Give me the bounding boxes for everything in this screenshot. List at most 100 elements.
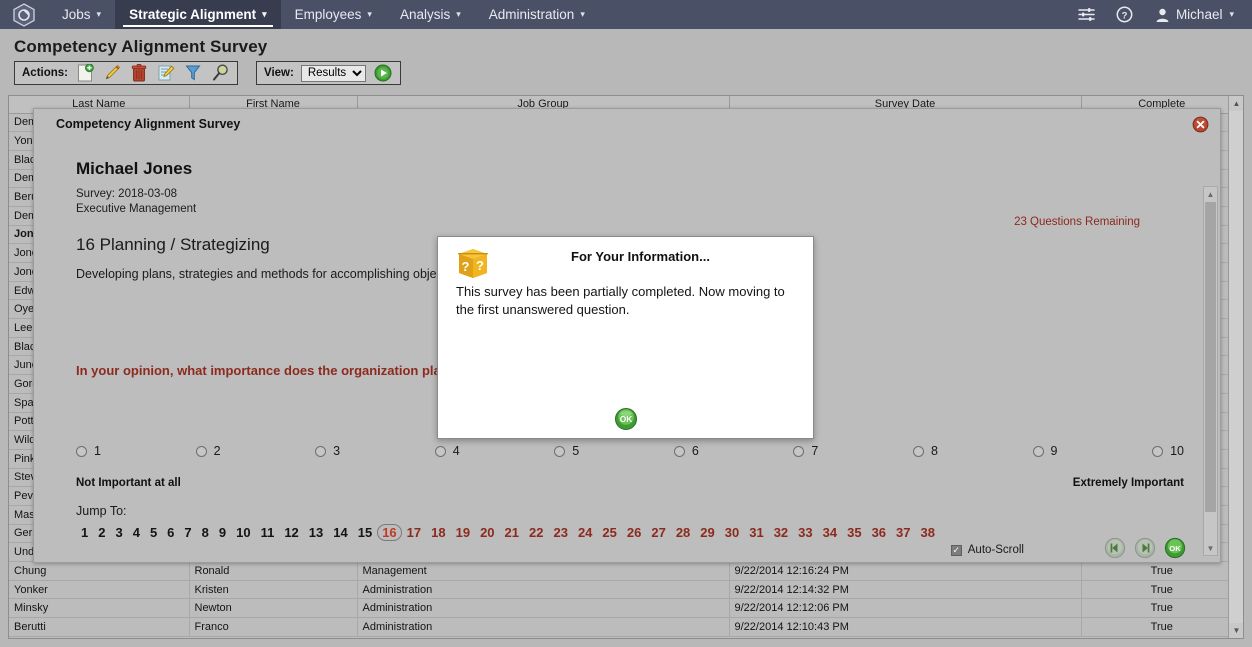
- respondent-name: Michael Jones: [76, 159, 193, 178]
- jump-to-number-34[interactable]: 34: [818, 524, 842, 541]
- auto-scroll-label: Auto-Scroll: [967, 544, 1024, 556]
- jump-to-number-22[interactable]: 22: [524, 524, 548, 541]
- radio-3[interactable]: [315, 445, 327, 457]
- scroll-down-arrow-icon[interactable]: ▼: [1229, 623, 1243, 638]
- jump-to-number-3[interactable]: 3: [110, 524, 127, 541]
- jump-to-number-24[interactable]: 24: [573, 524, 597, 541]
- jump-to-number-19[interactable]: 19: [451, 524, 475, 541]
- jump-to-number-6[interactable]: 6: [162, 524, 179, 541]
- jump-to-number-32[interactable]: 32: [769, 524, 793, 541]
- scale-option-6[interactable]: 6: [673, 444, 699, 458]
- settings-sliders-button[interactable]: [1070, 0, 1104, 29]
- jump-to-number-25[interactable]: 25: [597, 524, 621, 541]
- jump-to-number-30[interactable]: 30: [720, 524, 744, 541]
- jump-to-number-14[interactable]: 14: [328, 524, 352, 541]
- previous-question-button[interactable]: [1104, 537, 1126, 559]
- jump-to-number-10[interactable]: 10: [231, 524, 255, 541]
- search-magnifier-icon: [212, 64, 228, 81]
- play-run-icon: [374, 64, 392, 82]
- radio-1[interactable]: [76, 445, 87, 457]
- jump-to-number-26[interactable]: 26: [622, 524, 646, 541]
- nav-item-analysis[interactable]: Analysis ▾: [386, 0, 475, 29]
- app-logo[interactable]: [0, 0, 48, 29]
- radio-9[interactable]: [1032, 445, 1044, 457]
- jump-to-number-29[interactable]: 29: [695, 524, 719, 541]
- submit-ok-button[interactable]: OK: [1164, 537, 1186, 559]
- table-row[interactable]: Minsky Newton Administration 9/22/2014 12:1…: [9, 598, 1243, 619]
- modal-vertical-scrollbar[interactable]: ▲ ▼: [1203, 186, 1218, 556]
- table-row[interactable]: Berutti Franco Administration 9/22/2014 12:…: [9, 617, 1243, 637]
- jump-to-number-7[interactable]: 7: [179, 524, 196, 541]
- nav-item-strategic-alignment[interactable]: Strategic Alignment ▾: [115, 0, 281, 29]
- next-question-button[interactable]: [1134, 537, 1156, 559]
- jump-to-number-20[interactable]: 20: [475, 524, 499, 541]
- user-menu-button[interactable]: Michael ▾: [1146, 7, 1240, 22]
- auto-scroll-checkbox[interactable]: ✓: [950, 544, 962, 556]
- jump-to-number-23[interactable]: 23: [548, 524, 572, 541]
- modal-scroll-down-icon[interactable]: ▼: [1204, 541, 1217, 555]
- scale-option-label: 6: [691, 444, 699, 458]
- jump-to-number-16[interactable]: 16: [377, 524, 402, 541]
- nav-item-jobs[interactable]: Jobs ▾: [48, 0, 115, 29]
- jump-to-number-12[interactable]: 12: [279, 524, 303, 541]
- scale-option-8[interactable]: 8: [912, 444, 938, 458]
- jump-to-number-21[interactable]: 21: [500, 524, 524, 541]
- modal-scroll-up-icon[interactable]: ▲: [1204, 187, 1217, 201]
- dialog-ok-button[interactable]: OK: [614, 407, 638, 434]
- jump-to-number-37[interactable]: 37: [891, 524, 915, 541]
- scale-option-4[interactable]: 4: [434, 444, 460, 458]
- scale-option-3[interactable]: 3: [315, 444, 340, 458]
- view-select[interactable]: Results: [300, 64, 366, 82]
- radio-8[interactable]: [912, 445, 924, 457]
- nav-item-administration[interactable]: Administration ▾: [475, 0, 599, 29]
- radio-7[interactable]: [793, 445, 805, 457]
- sliders-icon: [1078, 8, 1096, 21]
- radio-5[interactable]: [554, 445, 566, 457]
- filter-funnel-button[interactable]: [183, 63, 203, 83]
- jump-to-number-35[interactable]: 35: [842, 524, 866, 541]
- help-button[interactable]: ?: [1108, 0, 1142, 29]
- jump-to-number-27[interactable]: 27: [646, 524, 670, 541]
- scroll-up-arrow-icon[interactable]: ▲: [1229, 96, 1243, 111]
- grid-vertical-scrollbar[interactable]: ▲ ▼: [1228, 96, 1243, 638]
- edit-pencil-button[interactable]: [102, 63, 122, 83]
- jump-to-number-2[interactable]: 2: [93, 524, 110, 541]
- delete-trash-button[interactable]: [129, 63, 149, 83]
- scale-option-label: 4: [452, 444, 460, 458]
- scale-option-1[interactable]: 1: [76, 444, 101, 458]
- edit-notes-button[interactable]: [156, 63, 176, 83]
- scale-option-5[interactable]: 5: [554, 444, 579, 458]
- jump-to-number-31[interactable]: 31: [744, 524, 768, 541]
- radio-2[interactable]: [195, 445, 207, 457]
- jump-to-number-1[interactable]: 1: [76, 524, 93, 541]
- scale-option-7[interactable]: 7: [793, 444, 818, 458]
- search-magnifier-button[interactable]: [210, 63, 230, 83]
- jump-to-number-36[interactable]: 36: [867, 524, 891, 541]
- nav-item-label: Analysis: [399, 7, 451, 22]
- jump-to-number-8[interactable]: 8: [197, 524, 214, 541]
- auto-scroll-control[interactable]: ✓ Auto-Scroll: [950, 544, 1024, 556]
- new-document-button[interactable]: [75, 63, 95, 83]
- jump-to-number-4[interactable]: 4: [128, 524, 145, 541]
- nav-item-employees[interactable]: Employees ▾: [281, 0, 386, 29]
- run-view-button[interactable]: [373, 63, 393, 83]
- jump-to-number-13[interactable]: 13: [304, 524, 328, 541]
- jump-to-number-11[interactable]: 11: [256, 524, 280, 541]
- jump-to-number-28[interactable]: 28: [671, 524, 695, 541]
- modal-close-button[interactable]: [1192, 116, 1209, 133]
- radio-10[interactable]: [1152, 445, 1164, 457]
- modal-navigation-buttons: OK: [1104, 537, 1186, 559]
- radio-6[interactable]: [673, 445, 685, 457]
- modal-scroll-thumb[interactable]: [1205, 202, 1216, 512]
- jump-to-number-17[interactable]: 17: [402, 524, 426, 541]
- jump-to-number-18[interactable]: 18: [426, 524, 450, 541]
- jump-to-number-9[interactable]: 9: [214, 524, 231, 541]
- jump-to-number-33[interactable]: 33: [793, 524, 817, 541]
- scale-option-2[interactable]: 2: [195, 444, 221, 458]
- jump-to-number-38[interactable]: 38: [916, 524, 940, 541]
- scale-option-9[interactable]: 9: [1032, 444, 1057, 458]
- jump-to-number-5[interactable]: 5: [145, 524, 162, 541]
- jump-to-number-15[interactable]: 15: [353, 524, 377, 541]
- radio-4[interactable]: [434, 445, 446, 457]
- scale-option-10[interactable]: 10: [1152, 444, 1184, 458]
